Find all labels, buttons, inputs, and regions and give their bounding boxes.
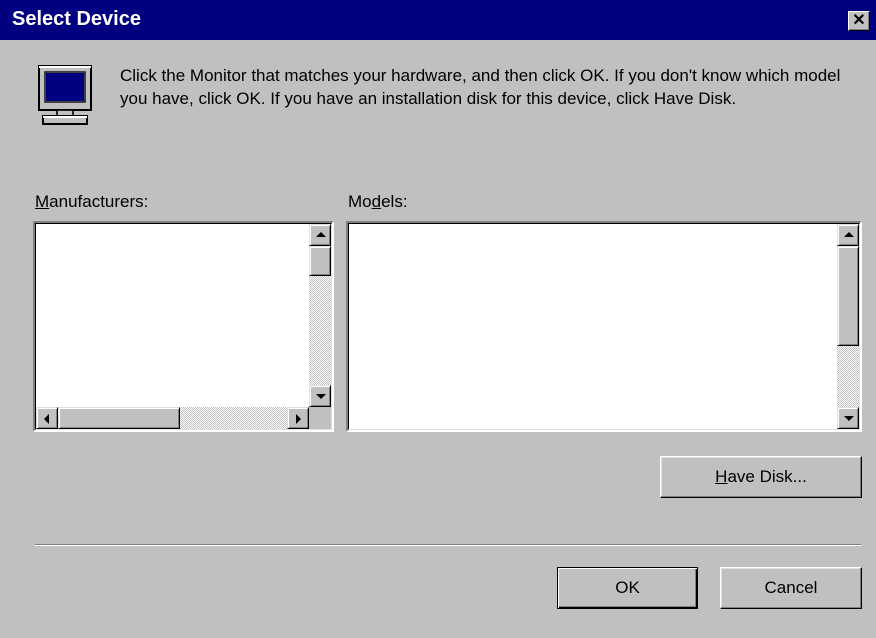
ok-button[interactable]: OK [557, 567, 698, 609]
scroll-down-button[interactable] [309, 385, 331, 407]
ok-label: OK [615, 578, 640, 597]
have-disk-label: ave Disk... [727, 467, 807, 486]
close-button[interactable]: ✕ [848, 11, 870, 31]
window-title: Select Device [12, 8, 141, 30]
monitor-icon [38, 65, 92, 125]
have-disk-button[interactable]: Have Disk... [660, 456, 862, 498]
manufacturers-hscrollbar[interactable] [36, 407, 309, 429]
models-label-pre: Mo [348, 192, 372, 211]
scroll-down-button[interactable] [837, 407, 859, 429]
scroll-right-button[interactable] [287, 407, 309, 429]
models-vscrollbar[interactable] [837, 224, 859, 429]
arrow-up-icon [844, 232, 854, 237]
scroll-thumb[interactable] [309, 246, 331, 276]
manufacturers-label-accel: M [35, 192, 50, 211]
manufacturers-vscrollbar[interactable] [309, 224, 331, 407]
cancel-button[interactable]: Cancel [720, 567, 862, 609]
manufacturers-listbox[interactable]: (Standard monitor types)Aamazing Technol… [33, 221, 334, 432]
models-label-rest: els: [381, 192, 408, 211]
scroll-left-button[interactable] [36, 407, 58, 429]
arrow-up-icon [316, 232, 326, 237]
divider [35, 544, 861, 546]
close-icon: ✕ [852, 12, 866, 29]
scroll-corner [309, 407, 331, 429]
arrow-down-icon [316, 394, 326, 399]
models-label-accel: d [371, 192, 382, 211]
scroll-up-button[interactable] [309, 224, 331, 246]
models-listbox[interactable]: Laptop Display Panel (1024x768)Laptop Di… [346, 221, 862, 432]
have-disk-accel: H [715, 467, 728, 486]
arrow-right-icon [296, 414, 301, 424]
scroll-thumb[interactable] [837, 246, 859, 346]
scroll-thumb[interactable] [58, 407, 180, 429]
arrow-left-icon [44, 414, 49, 424]
cancel-label: Cancel [764, 578, 818, 597]
title-bar: Select Device ✕ [0, 0, 876, 40]
models-label: Models: [348, 192, 408, 212]
manufacturers-label: Manufacturers: [35, 192, 148, 212]
manufacturers-label-rest: anufacturers: [49, 192, 149, 211]
instructions-text: Click the Monitor that matches your hard… [120, 66, 841, 108]
scroll-up-button[interactable] [837, 224, 859, 246]
arrow-down-icon [844, 416, 854, 421]
